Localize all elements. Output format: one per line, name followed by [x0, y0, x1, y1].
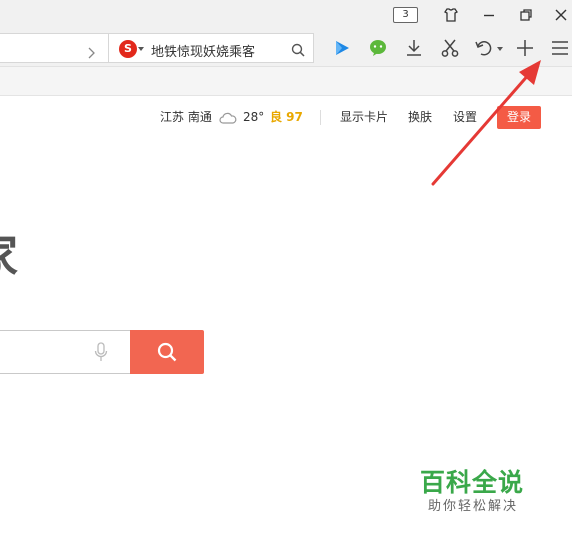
watermark-title: 百科全说 — [420, 468, 525, 497]
annotation-arrow — [431, 60, 541, 186]
watermark-subtitle: 助你轻松解决 — [428, 499, 519, 514]
watermark: 百科全说 助你轻松解决 — [420, 468, 550, 516]
